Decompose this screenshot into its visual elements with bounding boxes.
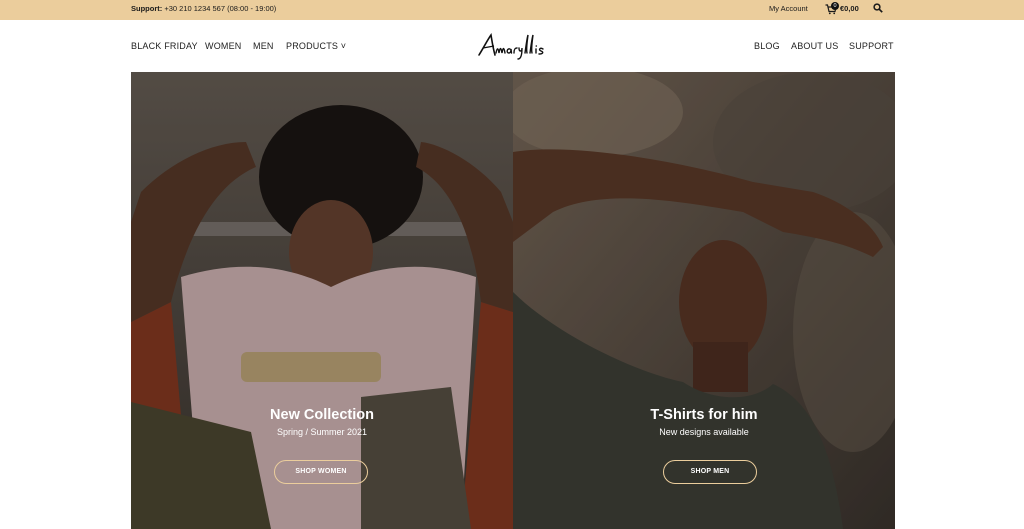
nav-item-products[interactable]: PRODUCTS ˅ — [286, 41, 346, 51]
site-logo[interactable] — [476, 31, 550, 61]
support-info: Support: +30 210 1234 567 (08:00 - 19:00… — [131, 4, 276, 13]
cart-count-badge: 0 — [831, 2, 839, 10]
nav-item-about-us[interactable]: ABOUT US — [791, 41, 838, 51]
cart-total: €0,00 — [840, 4, 859, 13]
nav-item-black-friday[interactable]: BLACK FRIDAY — [131, 41, 198, 51]
shop-women-button[interactable]: SHOP WOMEN — [274, 460, 368, 484]
my-account-link[interactable]: My Account — [769, 4, 808, 13]
support-phone[interactable]: +30 210 1234 567 (08:00 - 19:00) — [164, 4, 276, 13]
men-tshirts-banner[interactable]: T-Shirts for him New designs available S… — [513, 72, 895, 529]
top-bar: Support: +30 210 1234 567 (08:00 - 19:00… — [0, 0, 1024, 20]
nav-item-blog[interactable]: BLOG — [754, 41, 780, 51]
support-label: Support: — [131, 4, 163, 13]
nav-item-women[interactable]: WOMEN — [205, 41, 242, 51]
hero-banners: New Collection Spring / Summer 2021 SHOP… — [131, 72, 895, 529]
cart-button[interactable]: 0 €0,00 — [825, 2, 865, 16]
women-banner-subtitle: Spring / Summer 2021 — [276, 427, 368, 437]
main-navigation: BLACK FRIDAY WOMEN MEN PRODUCTS ˅ BLOG A… — [0, 20, 1024, 72]
men-banner-title: T-Shirts for him — [650, 407, 758, 423]
shop-men-button[interactable]: SHOP MEN — [663, 460, 757, 484]
women-collection-banner[interactable]: New Collection Spring / Summer 2021 SHOP… — [131, 72, 513, 529]
logo-script-image — [478, 33, 544, 60]
nav-item-men[interactable]: MEN — [253, 41, 274, 51]
search-icon[interactable] — [873, 3, 883, 13]
men-banner-subtitle: New designs available — [659, 427, 749, 437]
women-banner-title: New Collection — [270, 407, 374, 423]
nav-item-support[interactable]: SUPPORT — [849, 41, 894, 51]
